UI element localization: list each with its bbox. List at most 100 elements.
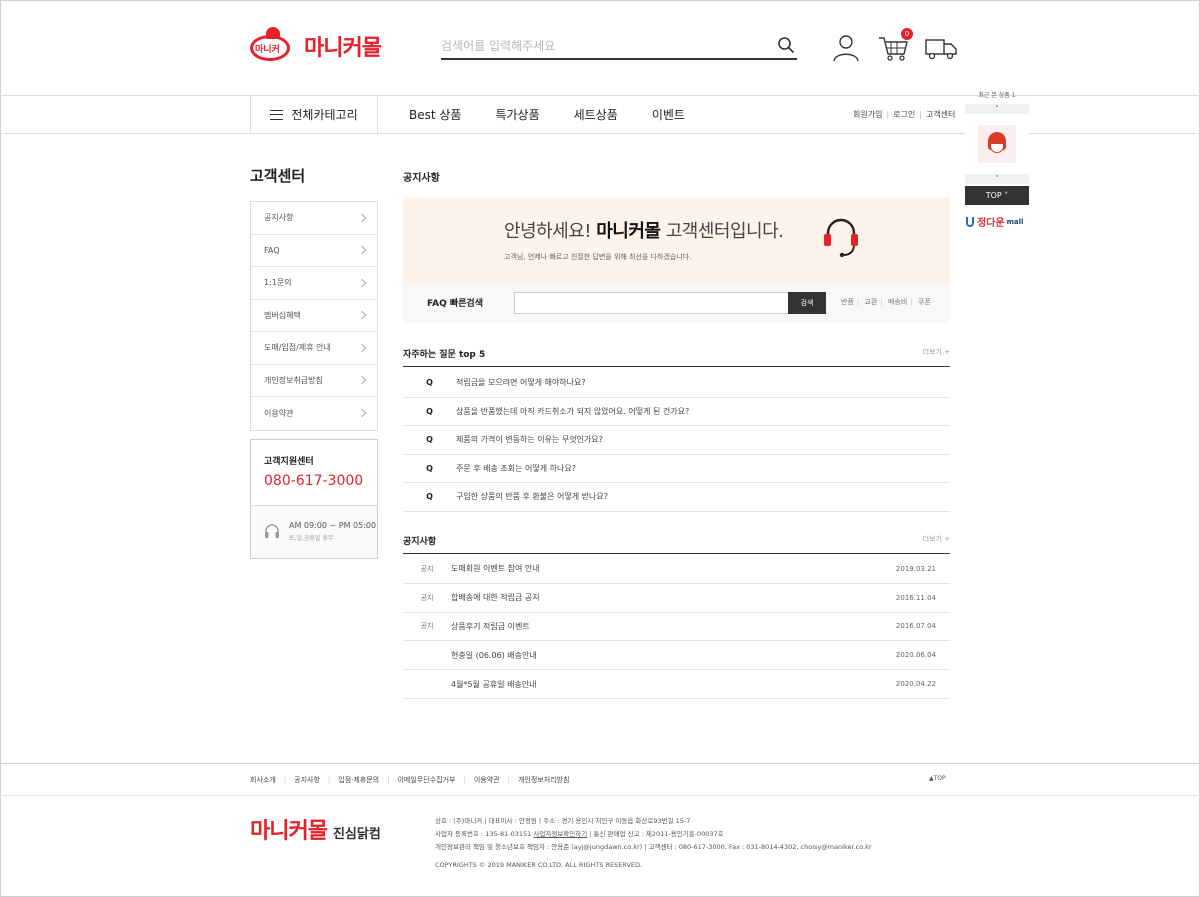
footer-link-email-policy[interactable]: 이메일무단수집거부 bbox=[397, 775, 455, 785]
chevron-right-icon bbox=[357, 246, 367, 255]
headset-icon bbox=[824, 218, 858, 258]
chevron-right-icon bbox=[357, 311, 367, 320]
chevron-right-icon bbox=[357, 343, 367, 352]
faq-tag-exchange[interactable]: 교환 bbox=[864, 298, 877, 306]
chevron-right-icon bbox=[357, 376, 367, 385]
banner-greeting: 안녕하세요! 마니커몰 고객센터입니다. bbox=[504, 221, 784, 242]
support-center-box: 고객지원센터 080-617-3000 AM 09:00 ~ PM 05:00 … bbox=[250, 438, 378, 559]
footer-links-bar: 회사소개 | 공지사항 | 입점·제휴문의 | 이메일무단수집거부 | 이용약관 | 개인… bbox=[0, 763, 1200, 796]
copyright: COPYRIGHTS © 2019 MANIKER CO.LTD. ALL RI… bbox=[435, 861, 643, 869]
scroll-up-button[interactable]: ˄ bbox=[965, 104, 1029, 114]
sidebar-menu: 공지사항 FAQ 1:1문의 멤버십혜택 도매/입점/제휴 안내 개인정보취급방… bbox=[250, 201, 378, 431]
cart-count-badge: 0 bbox=[901, 28, 913, 40]
faq-quick-search: FAQ 빠른검색 검색 반품 | 교환 | 배송비 | 쿠폰 bbox=[403, 283, 950, 323]
faq-more-link[interactable]: 더보기 + bbox=[923, 347, 950, 366]
footer-link-company[interactable]: 회사소개 bbox=[250, 775, 276, 785]
sidebar-item-privacy[interactable]: 개인정보취급방침 bbox=[251, 365, 377, 397]
faq-item[interactable]: Q 주문 후 배송 조회는 어떻게 하나요? bbox=[403, 455, 950, 483]
signup-link[interactable]: 회원가입 bbox=[853, 109, 882, 120]
faq-search-input[interactable] bbox=[514, 292, 789, 314]
footer-link-notice[interactable]: 공지사항 bbox=[294, 775, 320, 785]
chevron-right-icon bbox=[357, 278, 367, 287]
support-hours: AM 09:00 ~ PM 05:00 bbox=[289, 521, 377, 530]
cart-button[interactable]: 0 bbox=[877, 28, 913, 62]
menu-icon bbox=[270, 109, 284, 120]
notice-row[interactable]: 현충일 (06.06) 배송안내 2020.06.04 bbox=[403, 641, 950, 671]
faq-search-button[interactable]: 검색 bbox=[788, 292, 826, 314]
footer-link-privacy[interactable]: 개인정보처리방침 bbox=[518, 775, 570, 785]
faq-tag-coupon[interactable]: 쿠폰 bbox=[918, 298, 931, 306]
search-bar bbox=[441, 33, 797, 60]
left-sidebar: 고객센터 공지사항 FAQ 1:1문의 멤버십혜택 도매/입점/제휴 안내 개인… bbox=[250, 165, 378, 559]
faq-tags: 반품 | 교환 | 배송비 | 쿠폰 bbox=[841, 298, 931, 306]
menu-best[interactable]: Best 상품 bbox=[409, 106, 461, 123]
footer-link-partnership[interactable]: 입점·제휴문의 bbox=[338, 775, 379, 785]
menu-set[interactable]: 세트상품 bbox=[574, 106, 618, 123]
footer-links: 회사소개 | 공지사항 | 입점·제휴문의 | 이메일무단수집거부 | 이용약관 | 개인… bbox=[250, 775, 570, 785]
notice-row[interactable]: 공지 도매회원 이벤트 참여 안내 2019.03.21 bbox=[403, 555, 950, 584]
header-icons: 0 bbox=[830, 28, 958, 62]
login-link[interactable]: 로그인 bbox=[893, 109, 915, 120]
notice-row[interactable]: 공지 상품후기 적립금 이벤트 2016.07.04 bbox=[403, 613, 950, 642]
logo-text: 마니커몰 bbox=[304, 36, 382, 61]
welcome-banner: 안녕하세요! 마니커몰 고객센터입니다. 고객님, 언제나 빠르고 친절한 답변… bbox=[403, 197, 950, 283]
delivery-truck-icon[interactable] bbox=[924, 34, 958, 62]
company-info: 상호 : (주)마니커 | 대표이사 : 안정원 | 주소 : 경기 용인시 처… bbox=[435, 817, 872, 851]
menu-event[interactable]: 이벤트 bbox=[652, 106, 685, 123]
chicken-logo-icon: 마니커 bbox=[250, 27, 300, 65]
search-input[interactable] bbox=[441, 33, 761, 58]
sidebar-item-faq[interactable]: FAQ bbox=[251, 235, 377, 267]
menu-special[interactable]: 특가상품 bbox=[495, 106, 539, 123]
faq-tag-return[interactable]: 반품 bbox=[841, 298, 854, 306]
recent-product-item[interactable] bbox=[965, 114, 1029, 174]
main-content: 공지사항 안녕하세요! 마니커몰 고객센터입니다. 고객님, 언제나 빠르고 친… bbox=[403, 169, 950, 699]
support-phone: 080-617-3000 bbox=[264, 472, 364, 489]
recent-products-title: 최근 본 상품 1 bbox=[978, 92, 1016, 99]
faq-section-title: 자주하는 질문 top 5 bbox=[403, 350, 486, 360]
banner-description: 고객님, 언제나 빠르고 친절한 답변을 위해 최선을 다하겠습니다. bbox=[504, 253, 692, 261]
notice-list: 공지 도매회원 이벤트 참여 안내 2019.03.21 공지 합배송에 대한 적립금… bbox=[403, 555, 950, 699]
chevron-right-icon bbox=[357, 409, 367, 418]
footer-link-terms[interactable]: 이용약관 bbox=[474, 775, 500, 785]
top-button[interactable]: TOP ˄ bbox=[965, 186, 1029, 205]
jungdawn-mall-banner[interactable]: 정다운 mall bbox=[965, 214, 1029, 229]
sidebar-title: 고객센터 bbox=[250, 167, 306, 185]
sidebar-item-terms[interactable]: 이용약관 bbox=[251, 397, 377, 430]
all-category-label: 전체카테고리 bbox=[291, 108, 358, 122]
faq-tag-shipping[interactable]: 배송비 bbox=[888, 298, 907, 306]
footer-logo: 마니커몰 진심닭컴 bbox=[250, 819, 381, 844]
faq-item[interactable]: Q 적립금을 모으려면 어떻게 해야하나요? bbox=[403, 369, 950, 398]
main-menu: Best 상품 특가상품 세트상품 이벤트 bbox=[409, 96, 685, 133]
product-thumbnail bbox=[978, 125, 1016, 163]
notice-more-link[interactable]: 더보기 + bbox=[923, 534, 950, 553]
sidebar-item-notice[interactable]: 공지사항 bbox=[251, 202, 377, 235]
faq-item[interactable]: Q 제품의 가격이 변동하는 이유는 무엇인가요? bbox=[403, 426, 950, 455]
sidebar-item-inquiry[interactable]: 1:1문의 bbox=[251, 267, 377, 300]
footer-logo-sub: 진심닭컴 bbox=[332, 827, 381, 842]
business-info-link[interactable]: 사업자정보확인하기 bbox=[533, 830, 587, 838]
headset-icon bbox=[265, 523, 279, 538]
notice-section-title: 공지사항 bbox=[403, 537, 437, 547]
footer-top-link[interactable]: ▲TOP bbox=[929, 775, 946, 782]
faq-item[interactable]: Q 상품을 반품했는데 아직 카드취소가 되지 않았어요. 어떻게 된 건가요? bbox=[403, 398, 950, 426]
site-logo[interactable]: 마니커 마니커몰 bbox=[250, 27, 382, 65]
support-title: 고객지원센터 bbox=[264, 456, 314, 467]
sidebar-item-wholesale[interactable]: 도매/입점/제휴 안내 bbox=[251, 332, 377, 365]
faq-search-label: FAQ 빠른검색 bbox=[427, 299, 483, 309]
scroll-down-button[interactable]: ˅ bbox=[965, 174, 1029, 184]
util-links: 회원가입 | 로그인 | 고객센터 bbox=[853, 109, 956, 120]
sidebar-item-membership[interactable]: 멤버십혜택 bbox=[251, 300, 377, 332]
customer-center-link[interactable]: 고객센터 bbox=[926, 109, 955, 120]
faq-item[interactable]: Q 구입한 상품의 반품 후 환불은 어떻게 받나요? bbox=[403, 483, 950, 512]
notice-row[interactable]: 공지 합배송에 대한 적립금 공지 2016.11.04 bbox=[403, 584, 950, 613]
user-icon[interactable] bbox=[830, 34, 862, 62]
jungdawn-logo-icon bbox=[966, 216, 974, 227]
faq-list: Q 적립금을 모으려면 어떻게 해야하나요? Q 상품을 반품했는데 아직 카드취소… bbox=[403, 369, 950, 512]
support-holiday: 토,일,공휴일 휴무 bbox=[289, 535, 334, 542]
recent-products-panel: 최근 본 상품 1 ˄ ˅ TOP ˄ 정다운 mall bbox=[965, 88, 1029, 229]
search-icon[interactable] bbox=[777, 36, 795, 54]
chevron-right-icon bbox=[357, 213, 367, 222]
all-category-button[interactable]: 전체카테고리 bbox=[250, 96, 378, 133]
faq-section-header: 자주하는 질문 top 5 더보기 + bbox=[403, 347, 950, 367]
notice-row[interactable]: 4월*5월 공휴일 배송안내 2020.04.22 bbox=[403, 670, 950, 699]
